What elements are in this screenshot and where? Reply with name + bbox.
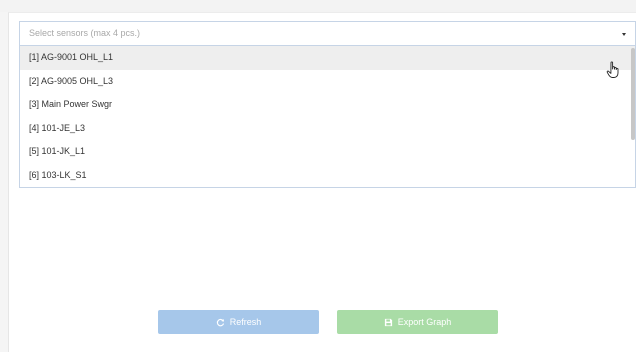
sensor-option-label: [6] 103-LK_S1 <box>29 169 87 180</box>
sensor-option-label: [5] 101-JK_L1 <box>29 146 86 156</box>
sensor-option-6[interactable]: [6] 103-LK_S1 <box>20 164 635 188</box>
hand-pointer-icon <box>606 61 619 78</box>
export-graph-button[interactable]: Export Graph <box>337 310 498 334</box>
save-icon <box>384 318 393 327</box>
sensor-option-label: [2] AG-9005 OHL_L3 <box>29 75 114 86</box>
sensor-select-placeholder: Select sensors (max 4 pcs.) <box>29 28 141 38</box>
sensor-option-label: [3] Main Power Swgr <box>29 99 113 109</box>
sensor-option-2[interactable]: [2] AG-9005 OHL_L3 <box>20 70 635 94</box>
sensor-option-label: [1] AG-9001 OHL_L1 <box>29 52 114 62</box>
sensor-dropdown-list[interactable]: [1] AG-9001 OHL_L1 [2] AG-9005 OHL_L3 [3… <box>19 46 636 188</box>
sensor-option-4[interactable]: [4] 101-JE_L3 <box>20 117 635 141</box>
refresh-icon <box>216 318 225 327</box>
sensor-select[interactable]: Select sensors (max 4 pcs.) <box>19 21 636 46</box>
refresh-button-label: Refresh <box>229 317 262 327</box>
sensor-option-5[interactable]: [5] 101-JK_L1 <box>20 140 635 164</box>
export-graph-button-label: Export Graph <box>397 317 452 327</box>
sensor-option-label: [4] 101-JE_L3 <box>29 122 86 133</box>
refresh-button[interactable]: Refresh <box>158 310 319 334</box>
sensor-option-1[interactable]: [1] AG-9001 OHL_L1 <box>20 46 635 70</box>
sensor-option-3[interactable]: [3] Main Power Swgr <box>20 93 635 117</box>
top-strip <box>0 0 636 12</box>
dropdown-scrollbar[interactable] <box>631 48 635 140</box>
caret-down-icon[interactable] <box>622 33 626 36</box>
